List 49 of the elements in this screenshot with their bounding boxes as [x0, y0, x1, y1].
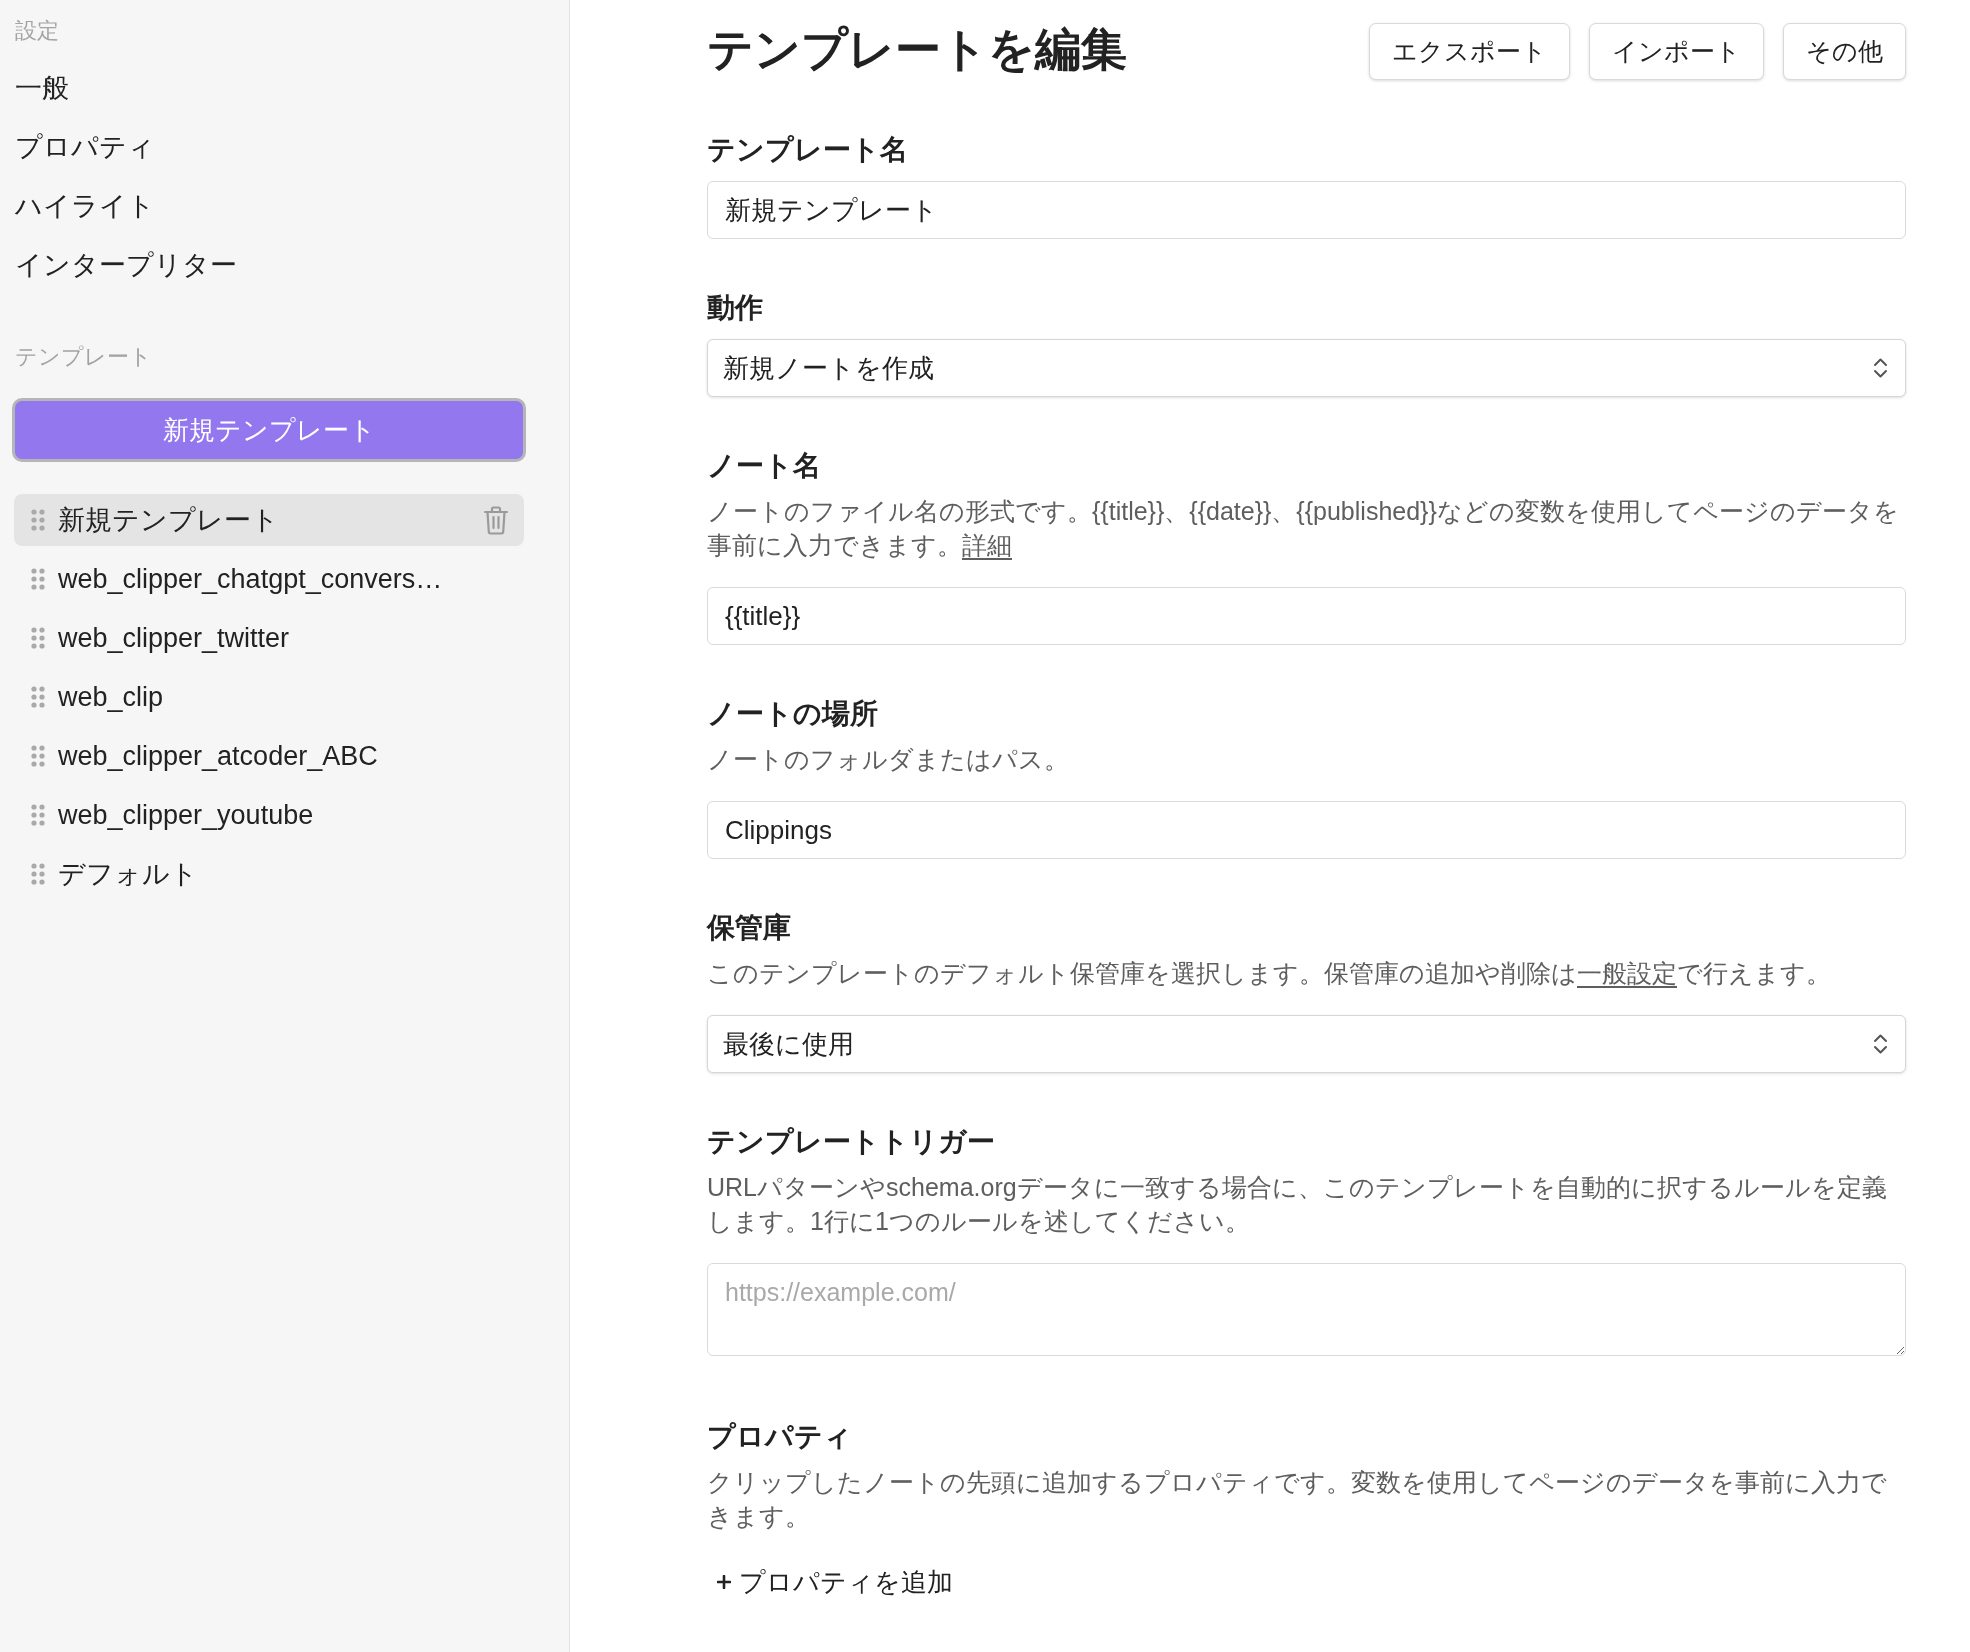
- textarea-field[interactable]: https://example.com/: [707, 1263, 1906, 1356]
- settings-nav-item[interactable]: インタープリター: [14, 236, 237, 295]
- text-input[interactable]: 新規テンプレート: [707, 181, 1906, 239]
- template-item[interactable]: 新規テンプレート: [14, 494, 524, 546]
- field-label: ノートの場所: [707, 697, 879, 731]
- page-title: テンプレートを編集: [707, 22, 1127, 77]
- template-item[interactable]: web_clipper_youtube: [14, 789, 524, 841]
- field-label: ノート名: [707, 449, 822, 483]
- inline-link[interactable]: 詳細: [962, 531, 1012, 559]
- section-heading: テンプレート: [14, 343, 153, 371]
- settings-nav-item[interactable]: 一般: [14, 59, 69, 118]
- field-label: プロパティ: [707, 1420, 853, 1454]
- template-item[interactable]: web_clipper_twitter: [14, 612, 524, 664]
- drag-handle-icon: [31, 686, 45, 708]
- header-button[interactable]: その他: [1783, 23, 1906, 80]
- select-field[interactable]: 新規ノートを作成: [707, 339, 1906, 397]
- drag-handle-icon: [31, 804, 45, 826]
- template-item[interactable]: web_clipper_atcoder_ABC: [14, 730, 524, 782]
- plus-icon: [717, 1575, 731, 1589]
- field-description: ノートのファイル名の形式です。{{title}}、{{date}}、{{published}}などの変数を使用してページのデータを事前に入力できます。詳細: [707, 496, 1900, 561]
- chevron-up-down-icon: [1873, 1032, 1888, 1056]
- field-description: このテンプレートのデフォルト保管庫を選択します。保管庫の追加や削除は一般設定で行えます。: [707, 958, 1832, 989]
- header-button[interactable]: エクスポート: [1369, 23, 1570, 80]
- field-label: テンプレートトリガー: [707, 1125, 996, 1159]
- template-item[interactable]: web_clipper_chatgpt_convers…: [14, 553, 524, 605]
- field-description: URLパターンやschema.orgデータに一致する場合に、このテンプレートを自動的に択するルールを定義します。1行に1つのルールを述してください。: [707, 1172, 1888, 1237]
- text-input[interactable]: {{title}}: [707, 587, 1906, 645]
- select-field[interactable]: 最後に使用: [707, 1015, 1906, 1073]
- inline-link[interactable]: 一般設定: [1577, 959, 1677, 987]
- drag-handle-icon: [31, 568, 45, 590]
- field-description: ノートのフォルダまたはパス。: [707, 744, 1070, 775]
- template-item[interactable]: web_clip: [14, 671, 524, 723]
- text-input[interactable]: Clippings: [707, 801, 1906, 859]
- drag-handle-icon: [31, 745, 45, 767]
- drag-handle-icon: [31, 863, 45, 885]
- template-item[interactable]: デフォルト: [14, 848, 524, 900]
- add-property-button[interactable]: プロパティを追加: [717, 1562, 953, 1602]
- field-label: 動作: [707, 291, 764, 325]
- chevron-up-down-icon: [1873, 356, 1888, 380]
- drag-handle-icon: [31, 627, 45, 649]
- field-label: テンプレート名: [707, 133, 909, 167]
- header-button[interactable]: インポート: [1589, 23, 1764, 80]
- field-label: 保管庫: [707, 911, 792, 945]
- settings-nav-item[interactable]: ハイライト: [14, 177, 155, 236]
- field-description: クリップしたノートの先頭に追加するプロパティです。変数を使用してページのデータを事前に入力できます。: [707, 1467, 1888, 1532]
- drag-handle-icon: [31, 509, 45, 531]
- section-heading: 設定: [14, 17, 60, 45]
- settings-nav-item[interactable]: プロパティ: [14, 118, 155, 177]
- trash-icon: [483, 505, 509, 535]
